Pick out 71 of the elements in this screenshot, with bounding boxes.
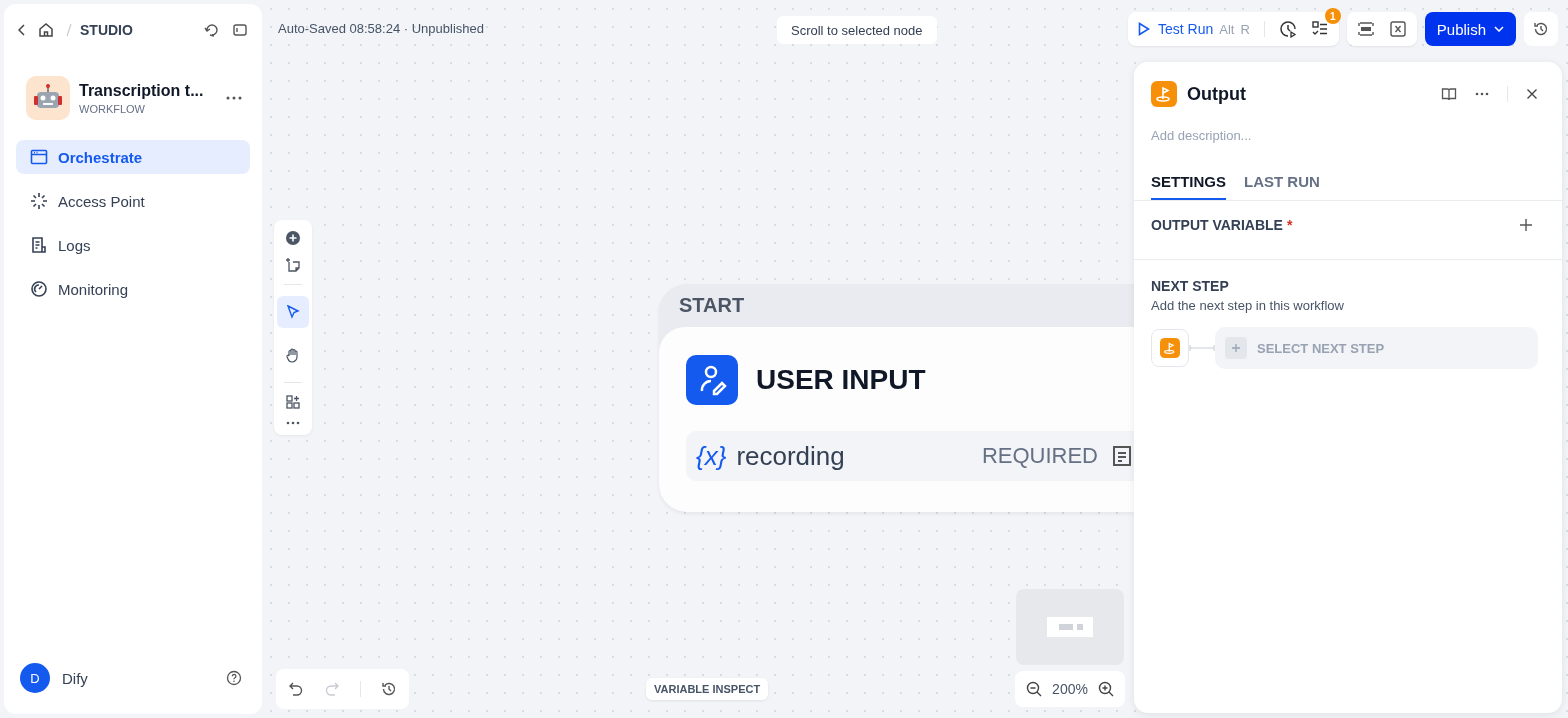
- minimap-node-icon: [1047, 615, 1093, 639]
- text-field-icon: [1112, 445, 1132, 467]
- home-icon[interactable]: [38, 22, 54, 38]
- gauge-icon: [30, 280, 48, 298]
- start-node[interactable]: START USER INPUT {x} recording REQUIRED: [659, 284, 1134, 512]
- description-field[interactable]: Add description...: [1151, 124, 1545, 147]
- sparkle-icon: [30, 192, 48, 210]
- organize-icon[interactable]: [285, 394, 301, 410]
- required-tag: REQUIRED: [981, 443, 1098, 469]
- hand-icon: [285, 347, 301, 363]
- panel-title: Output: [1187, 83, 1246, 105]
- user-edit-icon: [686, 355, 738, 405]
- section-title: OUTPUT VARIABLE: [1151, 217, 1283, 233]
- user-avatar[interactable]: D: [20, 663, 50, 693]
- scroll-to-node-button[interactable]: Scroll to selected node: [777, 16, 937, 44]
- count-badge: 1: [1324, 8, 1341, 24]
- history-icon: [1533, 21, 1549, 37]
- variable-icon[interactable]: [1388, 20, 1407, 38]
- panel-tab[interactable]: SETTINGS: [1151, 165, 1226, 200]
- user-name: Dify: [62, 669, 88, 687]
- env-icon[interactable]: [1356, 21, 1375, 37]
- help-icon[interactable]: [226, 670, 242, 686]
- more-icon[interactable]: [226, 96, 242, 100]
- play-icon: [1138, 22, 1150, 36]
- breadcrumb-separator-icon: [66, 23, 72, 37]
- section-hint: Add the next step in this workflow: [1151, 298, 1345, 313]
- zoom-out-icon[interactable]: [1026, 681, 1043, 697]
- test-run-button[interactable]: Test Run Alt R: [1138, 21, 1250, 37]
- more-icon[interactable]: [1475, 92, 1489, 96]
- nav-item[interactable]: Orchestrate: [16, 140, 250, 174]
- robot-icon: [26, 76, 70, 120]
- flag-icon: [1160, 338, 1180, 358]
- add-note-icon[interactable]: [285, 257, 301, 273]
- history-icon[interactable]: [381, 681, 397, 697]
- window-icon: [30, 148, 48, 166]
- variable-name: recording: [736, 440, 845, 472]
- node-type-label: START: [678, 293, 746, 318]
- save-status: Auto-Saved 08:58:24 · Unpublished: [278, 21, 484, 36]
- panel-tab[interactable]: LAST RUN: [1244, 165, 1320, 200]
- version-history-button[interactable]: [1524, 12, 1558, 46]
- document-icon: [30, 236, 48, 254]
- chevron-down-icon: [1494, 26, 1504, 32]
- app-type: WORKFLOW: [79, 102, 146, 115]
- publish-button[interactable]: Publish: [1424, 12, 1516, 46]
- zoom-in-icon[interactable]: [1097, 681, 1114, 697]
- book-icon[interactable]: [1441, 86, 1457, 102]
- add-node-icon[interactable]: [285, 230, 301, 246]
- undo-icon[interactable]: [288, 681, 304, 697]
- variable-symbol: {x}: [696, 440, 727, 472]
- connector-line: [1189, 345, 1215, 351]
- flag-icon: [1151, 81, 1177, 107]
- required-mark: *: [1286, 217, 1293, 233]
- back-icon[interactable]: [18, 24, 26, 36]
- nav-item[interactable]: Monitoring: [16, 272, 250, 306]
- refresh-icon[interactable]: [204, 22, 220, 38]
- nav-item[interactable]: Access Point: [16, 184, 250, 218]
- close-icon[interactable]: [1526, 88, 1538, 100]
- variable-inspect-button[interactable]: VARIABLE INSPECT: [646, 678, 769, 700]
- add-icon[interactable]: [1520, 219, 1532, 231]
- section-title: NEXT STEP: [1151, 278, 1230, 294]
- more-icon[interactable]: [286, 421, 300, 425]
- pointer-icon: [286, 305, 300, 319]
- nav-item[interactable]: Logs: [16, 228, 250, 262]
- sidebar-toggle-icon[interactable]: [232, 22, 248, 38]
- app-name: Transcription t...: [79, 81, 205, 100]
- history-play-icon[interactable]: [1278, 20, 1297, 38]
- pointer-tool[interactable]: [277, 296, 309, 328]
- zoom-level: 200%: [1052, 681, 1088, 697]
- breadcrumb-label[interactable]: STUDIO: [80, 22, 133, 38]
- plus-icon: [1225, 337, 1247, 359]
- node-title: USER INPUT: [756, 364, 926, 396]
